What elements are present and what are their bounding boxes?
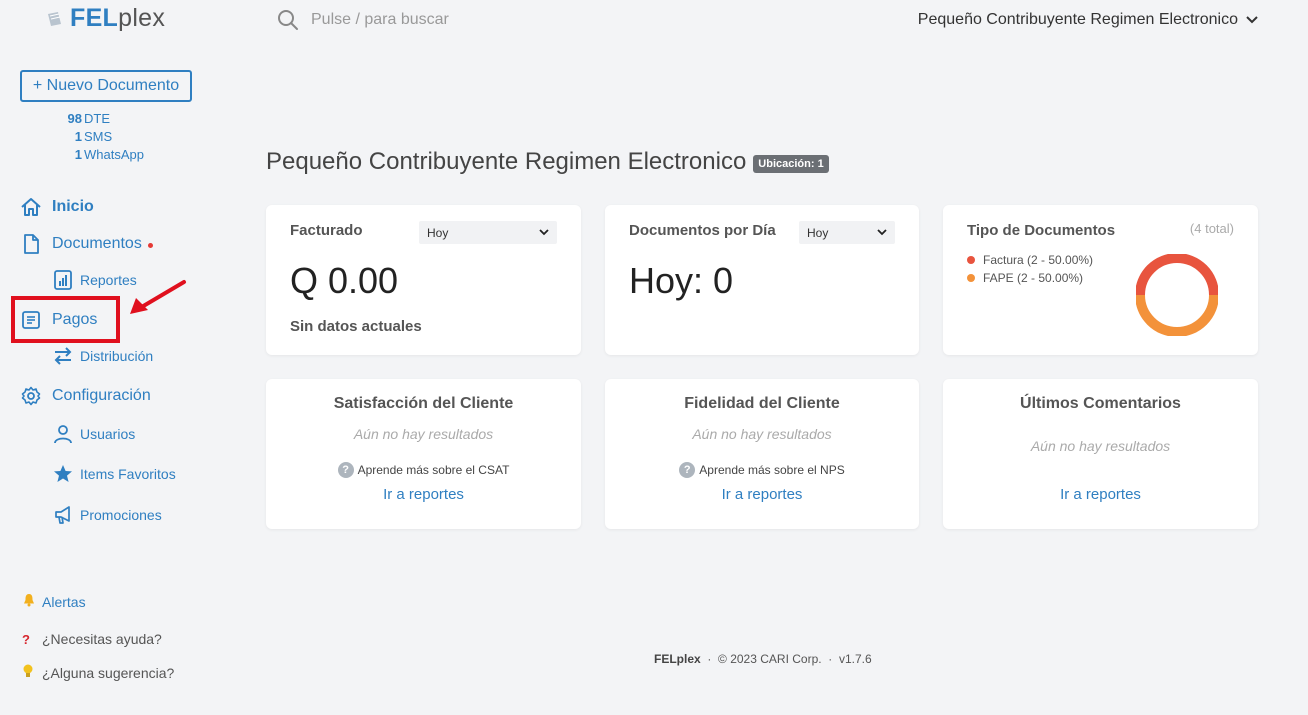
card-title-documentos-dia: Documentos por Día [629, 222, 776, 239]
comentarios-reports-link[interactable]: Ir a reportes [943, 486, 1258, 503]
sidebar-item-distribucion[interactable]: Distribución [52, 346, 153, 366]
chevron-down-icon [877, 229, 887, 236]
notification-dot [147, 242, 153, 248]
sidebar-item-configuracion[interactable]: Configuración [20, 386, 151, 406]
felplex-logo[interactable]: FEL plex [46, 4, 165, 33]
chevron-down-icon [539, 229, 549, 236]
footer-brand: FELplex [654, 652, 701, 666]
red-arrow-icon [130, 280, 186, 314]
user-icon [52, 424, 74, 444]
sidebar-label-promociones: Promociones [80, 507, 162, 523]
suggestion-link[interactable]: ¿Alguna sugerencia? [22, 664, 174, 681]
card-title-tipo-documentos: Tipo de Documentos [967, 222, 1116, 239]
card-title-satisfaccion: Satisfacción del Cliente [333, 395, 514, 412]
count-sms: 1 SMS [74, 129, 113, 144]
footer-version: v1.7.6 [838, 652, 872, 666]
footer: FELplex · © 2023 CARI Corp. · v1.7.6 [654, 652, 872, 666]
legend-item-fape: FAPE (2 - 50.00%) [967, 269, 1093, 287]
tipo-documentos-legend: Factura (2 - 50.00%) FAPE (2 - 50.00%) [967, 251, 1093, 287]
comentarios-empty: Aún no hay resultados [1030, 438, 1171, 454]
alerts-label: Alertas [42, 593, 86, 610]
learn-nps-link[interactable]: ? Aprende más sobre el NPS [605, 462, 919, 478]
facturado-period-select[interactable]: Hoy [419, 221, 557, 244]
lightbulb-icon [22, 664, 42, 681]
donut-slice-factura [1136, 254, 1218, 296]
usage-counts: 98 DTE 1 SMS 1 WhatsApp [56, 110, 144, 164]
fidelidad-reports-link[interactable]: Ir a reportes [605, 486, 919, 503]
highlight-box [11, 296, 120, 343]
megaphone-icon [52, 505, 74, 525]
card-title-facturado: Facturado [290, 222, 363, 239]
search-icon [278, 10, 298, 30]
sidebar-label-inicio: Inicio [52, 198, 94, 215]
legend-swatch [967, 274, 975, 282]
count-whatsapp: 1 WhatsApp [74, 147, 144, 162]
facturado-subtext: Sin datos actuales [290, 318, 422, 335]
location-badge: Ubicación: 1 [753, 155, 829, 173]
page-title-text: Pequeño Contribuyente Regimen Electronic… [266, 148, 747, 175]
card-title-comentarios: Últimos Comentarios [1020, 395, 1181, 412]
card-tipo-documentos: Tipo de Documentos (4 total) Factura (2 … [943, 205, 1258, 355]
star-icon [52, 464, 74, 484]
sidebar-item-promociones[interactable]: Promociones [52, 505, 162, 525]
card-facturado: Facturado Hoy Q 0.00 Sin datos actuales [266, 205, 581, 355]
sidebar-label-items-favoritos: Items Favoritos [80, 466, 176, 482]
facturado-value: Q 0.00 [290, 260, 399, 301]
count-dte: 98 DTE [67, 111, 110, 126]
company-name: Pequeño Contribuyente Regimen Electronic… [917, 11, 1238, 28]
transfer-arrows-icon [52, 346, 74, 366]
question-icon: ? [22, 631, 30, 647]
document-logo-icon [48, 11, 61, 26]
home-icon [20, 197, 42, 217]
help-label: ¿Necesitas ayuda? [42, 631, 162, 647]
logo-fel-text: FEL [70, 4, 119, 32]
sidebar-item-documentos[interactable]: Documentos [20, 234, 153, 254]
search-placeholder[interactable]: Pulse / para buscar [311, 11, 449, 29]
sidebar-label-usuarios: Usuarios [80, 426, 136, 442]
learn-csat-link[interactable]: ? Aprende más sobre el CSAT [266, 462, 581, 478]
document-icon [20, 234, 42, 254]
documentos-dia-value: Hoy: 0 [629, 260, 734, 301]
card-comentarios: Últimos Comentarios Aún no hay resultado… [943, 379, 1258, 529]
legend-swatch [967, 256, 975, 264]
sidebar-label-distribucion: Distribución [80, 348, 154, 364]
sidebar-item-reportes[interactable]: Reportes [52, 270, 137, 290]
help-link[interactable]: ? ¿Necesitas ayuda? [22, 631, 162, 647]
documentos-period-select[interactable]: Hoy [799, 221, 895, 244]
page-title: Pequeño Contribuyente Regimen Electronic… [266, 148, 829, 176]
report-chart-icon [52, 270, 74, 290]
legend-item-factura: Factura (2 - 50.00%) [967, 251, 1093, 269]
company-dropdown[interactable]: Pequeño Contribuyente Regimen Electronic… [918, 11, 1258, 29]
donut-slice-fape [1136, 294, 1218, 336]
sidebar-item-usuarios[interactable]: Usuarios [52, 424, 135, 444]
sidebar-item-items-favoritos[interactable]: Items Favoritos [52, 464, 176, 484]
tipo-documentos-total: (4 total) [1189, 221, 1234, 236]
fidelidad-empty: Aún no hay resultados [692, 426, 832, 442]
gear-icon [20, 386, 42, 406]
documentos-select-value: Hoy [807, 225, 829, 240]
suggestion-label: ¿Alguna sugerencia? [42, 664, 175, 681]
search-bar[interactable]: Pulse / para buscar [277, 9, 449, 31]
satisfaccion-empty: Aún no hay resultados [353, 426, 494, 442]
alerts-link[interactable]: Alertas [22, 593, 86, 610]
sidebar-label-configuracion: Configuración [52, 387, 151, 404]
satisfaccion-reports-link[interactable]: Ir a reportes [266, 486, 581, 503]
logo-plex-text: plex [118, 4, 166, 32]
sidebar-item-inicio[interactable]: Inicio [20, 197, 94, 217]
facturado-select-value: Hoy [427, 225, 449, 240]
help-circle-icon: ? [337, 462, 354, 478]
new-document-button[interactable]: + Nuevo Documento [20, 70, 192, 102]
card-fidelidad: Fidelidad del Cliente Aún no hay resulta… [605, 379, 919, 529]
donut-chart [1136, 254, 1218, 336]
chevron-down-icon [1246, 16, 1258, 24]
card-title-fidelidad: Fidelidad del Cliente [684, 395, 840, 412]
bell-icon [22, 593, 42, 610]
card-satisfaccion: Satisfacción del Cliente Aún no hay resu… [266, 379, 581, 529]
sidebar-label-documentos: Documentos [52, 235, 142, 252]
help-circle-icon: ? [679, 462, 696, 478]
footer-copyright: © 2023 CARI Corp. [718, 652, 822, 666]
card-documentos-dia: Documentos por Día Hoy Hoy: 0 [605, 205, 919, 355]
